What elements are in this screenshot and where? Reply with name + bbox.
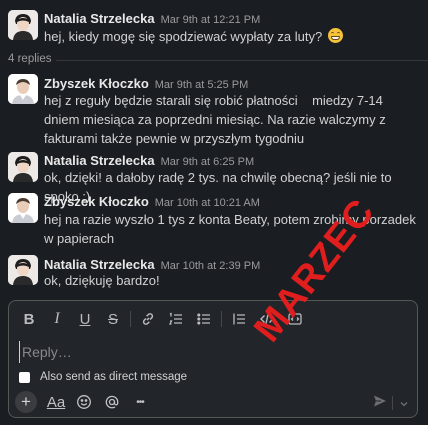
avatar-natalia[interactable]: [8, 10, 38, 40]
toolbar-divider: [221, 311, 222, 327]
also-send-checkbox[interactable]: [19, 371, 30, 383]
ordered-list-icon[interactable]: [162, 309, 190, 329]
underline-button[interactable]: U: [71, 309, 99, 329]
replies-count: 4 replies: [8, 53, 52, 65]
timestamp[interactable]: Mar 9th at 6:25 PM: [161, 156, 255, 168]
bold-button[interactable]: B: [15, 309, 43, 329]
more-actions-icon[interactable]: •••: [127, 391, 153, 413]
format-text-button[interactable]: Aa: [43, 391, 69, 413]
reply-composer: B I U S Also send as direct message + Aa: [8, 300, 418, 418]
timestamp[interactable]: Mar 9th at 5:25 PM: [155, 79, 249, 91]
bulleted-list-icon[interactable]: [190, 309, 218, 329]
grimacing-emoji-icon: [327, 28, 343, 43]
send-icon[interactable]: [373, 394, 387, 413]
link-icon[interactable]: [134, 309, 162, 329]
author-name[interactable]: Natalia Strzelecka: [44, 153, 155, 168]
toolbar-divider: [130, 311, 131, 327]
emoji-icon[interactable]: [71, 391, 97, 413]
replies-divider: [56, 60, 428, 61]
message-text: hej, kiedy mogę się spodziewać wypłaty z…: [44, 29, 323, 44]
chevron-down-icon[interactable]: [399, 396, 409, 414]
timestamp[interactable]: Mar 9th at 12:21 PM: [161, 14, 261, 26]
mention-icon[interactable]: [99, 391, 125, 413]
also-send-dm-option[interactable]: Also send as direct message: [19, 371, 187, 383]
timestamp[interactable]: Mar 10th at 10:21 AM: [155, 197, 260, 209]
send-divider: [392, 396, 393, 410]
avatar-natalia[interactable]: [8, 255, 38, 285]
reply-input[interactable]: [19, 341, 399, 363]
author-name[interactable]: Zbyszek Kłoczko: [44, 76, 149, 91]
avatar-zbyszek[interactable]: [8, 193, 38, 223]
author-name[interactable]: Natalia Strzelecka: [44, 11, 155, 26]
italic-button[interactable]: I: [43, 309, 71, 329]
message-text: ok, dziękuję bardzo!: [44, 273, 160, 288]
avatar-zbyszek[interactable]: [8, 74, 38, 104]
composer-actions: + Aa •••: [15, 391, 153, 413]
plus-icon[interactable]: +: [15, 391, 37, 413]
author-name[interactable]: Natalia Strzelecka: [44, 257, 155, 272]
avatar-natalia[interactable]: [8, 152, 38, 182]
message-text: hej z reguły będzie starali się robić pł…: [44, 93, 390, 146]
author-name[interactable]: Zbyszek Kłoczko: [44, 194, 149, 209]
also-send-label: Also send as direct message: [40, 371, 188, 383]
strikethrough-button[interactable]: S: [99, 309, 127, 329]
